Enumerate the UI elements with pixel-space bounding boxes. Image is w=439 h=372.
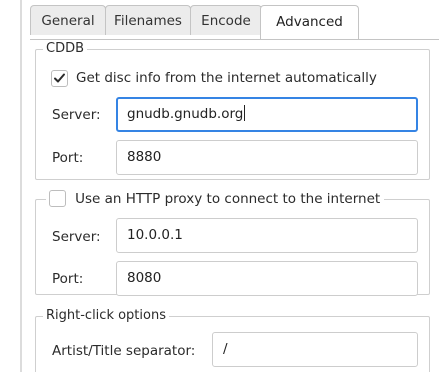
window-left-margin (0, 0, 20, 372)
separator-label: Artist/Title separator: (52, 343, 196, 359)
proxy-server-input[interactable]: 10.0.0.1 (116, 218, 418, 253)
cddb-frame-title: CDDB (43, 41, 88, 57)
auto-lookup-checkbox[interactable] (51, 70, 68, 87)
cddb-server-label: Server: (52, 107, 101, 123)
proxy-port-label: Port: (52, 271, 84, 287)
separator-input[interactable]: / (212, 332, 418, 367)
proxy-port-value: 8080 (127, 270, 162, 286)
tab-bar: General Filenames Encode Advanced (30, 5, 439, 40)
proxy-server-value: 10.0.0.1 (127, 227, 183, 243)
preferences-notebook: General Filenames Encode Advanced CDDB G… (30, 0, 439, 372)
tab-general[interactable]: General (30, 5, 106, 35)
window-divider (20, 0, 22, 372)
auto-lookup-label[interactable]: Get disc info from the internet automati… (76, 69, 377, 87)
tab-baseline (30, 39, 439, 40)
cddb-port-value: 8880 (127, 149, 162, 165)
tab-encode[interactable]: Encode (190, 5, 262, 35)
separator-value: / (223, 341, 228, 357)
proxy-server-label: Server: (52, 229, 101, 245)
proxy-port-input[interactable]: 8080 (116, 261, 418, 296)
use-proxy-checkbox[interactable] (49, 190, 66, 207)
text-caret (244, 105, 246, 121)
use-proxy-label[interactable]: Use an HTTP proxy to connect to the inte… (75, 191, 380, 207)
cddb-server-value: gnudb.gnudb.org (127, 106, 244, 122)
tab-advanced[interactable]: Advanced (260, 5, 359, 40)
tab-filenames[interactable]: Filenames (105, 5, 191, 35)
proxy-frame-title: Use an HTTP proxy to connect to the inte… (46, 190, 385, 208)
cddb-port-label: Port: (52, 150, 84, 166)
checkmark-icon (54, 73, 65, 83)
cddb-port-input[interactable]: 8880 (116, 140, 418, 175)
cddb-server-input[interactable]: gnudb.gnudb.org (116, 97, 418, 132)
preferences-window: General Filenames Encode Advanced CDDB G… (0, 0, 439, 372)
right-click-frame-title: Right-click options (43, 308, 169, 324)
